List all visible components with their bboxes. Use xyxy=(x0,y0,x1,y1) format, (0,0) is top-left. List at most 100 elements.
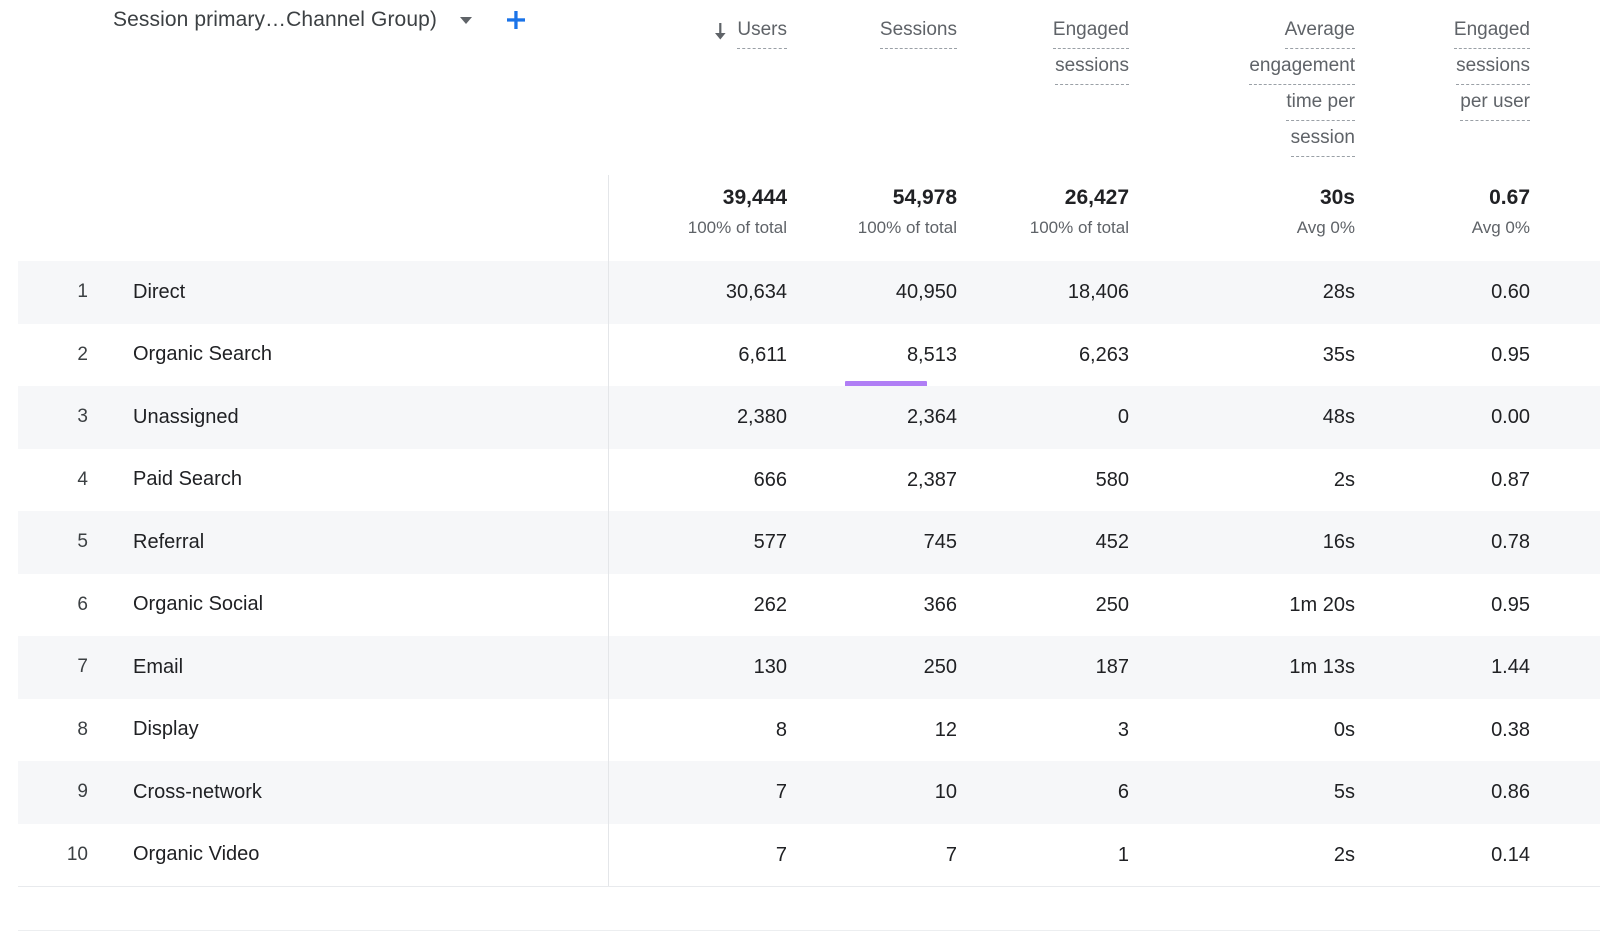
cell-users: 577 xyxy=(609,511,787,574)
totals-engaged-sessions-per-user-cell: 0.67 Avg 0% xyxy=(1355,175,1530,261)
table-row[interactable]: 7Email1302501871m 13s1.44 xyxy=(18,636,1600,699)
cell-value: 35s xyxy=(1323,343,1355,367)
cell-value: 5s xyxy=(1334,780,1355,804)
table-row[interactable]: 6Organic Social 262 366250 1m 20s0.95 xyxy=(18,574,1600,637)
totals-users-cell: 39,444 100% of total xyxy=(609,175,787,261)
row-dimension-name[interactable]: Display xyxy=(94,718,199,741)
table-row[interactable]: 8Display81230s0.38 xyxy=(18,699,1600,762)
dimension-header-cell: Session primary…Channel Group) xyxy=(18,0,609,175)
table-row[interactable]: 4Paid Search6662,3875802s0.87 xyxy=(18,449,1600,512)
row-dimension-cell: 2Organic Search xyxy=(18,324,609,387)
cell-value: 8,513 xyxy=(907,343,957,367)
table-row[interactable]: 9Cross-network71065s0.86 xyxy=(18,761,1600,824)
cell-avg-engagement-time: 5s xyxy=(1129,761,1355,824)
cell-users: 6,611 xyxy=(609,324,787,387)
dimension-selector[interactable]: Session primary…Channel Group) xyxy=(113,7,529,33)
cell-value: 10 xyxy=(935,780,957,804)
row-dimension-name[interactable]: Email xyxy=(94,656,183,679)
column-header-sessions[interactable]: Sessions xyxy=(787,0,957,49)
cell-value: 6 xyxy=(1118,780,1129,804)
totals-engaged-sessions-cell: 26,427 100% of total xyxy=(957,175,1129,261)
row-dimension-name[interactable]: Cross-network xyxy=(94,781,262,804)
cell-engaged-sessions-per-user: 0.95 xyxy=(1355,574,1530,637)
cell-engaged-sessions-per-user: 0.95 xyxy=(1355,324,1530,387)
cell-value: 0.00 xyxy=(1491,405,1530,429)
totals-per-user-value: 0.67 xyxy=(1489,185,1530,211)
cell-engaged-sessions-per-user: 0.38 xyxy=(1355,699,1530,762)
row-rank: 4 xyxy=(18,469,94,491)
cell-value: 366 xyxy=(924,593,957,617)
cell-engaged-sessions-per-user: 0.00 xyxy=(1355,386,1530,449)
row-rank: 8 xyxy=(18,719,94,741)
cell-value: 2,380 xyxy=(737,405,787,429)
cell-sessions: 10 xyxy=(787,761,957,824)
row-dimension-name[interactable]: Unassigned xyxy=(94,406,239,429)
cell-engaged-sessions-per-user: 0.60 xyxy=(1355,261,1530,324)
chevron-down-icon[interactable] xyxy=(455,9,477,31)
cell-value: 0s xyxy=(1334,718,1355,742)
column-header-avg-time-line-2: time per xyxy=(1286,85,1355,121)
cell-users: 7 xyxy=(609,824,787,887)
row-rank: 10 xyxy=(18,844,94,866)
row-dimension-name[interactable]: Organic Search xyxy=(94,343,272,366)
cell-value: 262 xyxy=(754,593,787,617)
cell-engaged-sessions-per-user: 1.44 xyxy=(1355,636,1530,699)
table-row[interactable]: 10Organic Video7712s0.14 xyxy=(18,824,1600,887)
cell-engaged-sessions: 18,406 xyxy=(957,261,1129,324)
row-dimension-name[interactable]: Organic Social xyxy=(94,593,263,616)
row-metrics: 6662,3875802s0.87 xyxy=(609,449,1600,512)
table-row[interactable]: 5Referral57774545216s0.78 xyxy=(18,511,1600,574)
row-dimension-cell: 9Cross-network xyxy=(18,761,609,824)
cell-engaged-sessions-per-user: 0.78 xyxy=(1355,511,1530,574)
totals-engaged-sessions-value: 26,427 xyxy=(1065,185,1129,211)
cell-value: 30,634 xyxy=(726,280,787,304)
cell-sessions: 2,387 xyxy=(787,449,957,512)
table-row[interactable]: 3Unassigned 2,3802,364048s0.00 xyxy=(18,386,1600,449)
table-row[interactable]: 2Organic Search6,6118,5136,26335s0.95 xyxy=(18,324,1600,387)
table-row[interactable]: 1Direct30,63440,95018,40628s0.60 xyxy=(18,261,1600,324)
column-header-engaged-sessions-per-user[interactable]: Engaged sessions per user xyxy=(1355,0,1530,121)
row-dimension-name[interactable]: Paid Search xyxy=(94,468,242,491)
cell-value: 0.60 xyxy=(1491,280,1530,304)
metric-headers: Users Sessions Engaged sessions Average xyxy=(609,0,1600,175)
column-header-per-user-line-2: per user xyxy=(1460,85,1530,121)
row-dimension-name[interactable]: Referral xyxy=(94,531,204,554)
row-metrics: 71065s0.86 xyxy=(609,761,1600,824)
plus-icon[interactable] xyxy=(503,7,529,33)
totals-avg-time-sub: Avg 0% xyxy=(1297,216,1355,240)
column-header-engaged-sessions[interactable]: Engaged sessions xyxy=(957,0,1129,85)
cell-engaged-sessions: 6 xyxy=(957,761,1129,824)
column-header-per-user-line-0: Engaged xyxy=(1454,13,1530,49)
cell-users: 2,380 xyxy=(609,386,787,449)
cell-engaged-sessions: 250 xyxy=(957,574,1129,637)
cell-value: 16s xyxy=(1323,530,1355,554)
column-header-users[interactable]: Users xyxy=(609,0,787,49)
cell-avg-engagement-time: 35s xyxy=(1129,324,1355,387)
row-dimension-cell: 4Paid Search xyxy=(18,449,609,512)
cell-avg-engagement-time: 0s xyxy=(1129,699,1355,762)
row-dimension-cell: 10Organic Video xyxy=(18,824,609,887)
channel-group-report-table: Session primary…Channel Group) xyxy=(0,0,1600,937)
cell-value: 28s xyxy=(1323,280,1355,304)
cell-users: 8 xyxy=(609,699,787,762)
column-header-average-engagement-time-per-session[interactable]: Average engagement time per session xyxy=(1129,0,1355,157)
cell-value: 666 xyxy=(754,468,787,492)
row-metrics: 2,3802,364048s0.00 xyxy=(609,386,1600,449)
cell-value: 250 xyxy=(924,655,957,679)
row-dimension-name[interactable]: Direct xyxy=(94,281,185,304)
row-dimension-name[interactable]: Organic Video xyxy=(94,843,259,866)
cell-sessions: 2,364 xyxy=(787,386,957,449)
column-header-sessions-line-0: Sessions xyxy=(880,13,957,49)
row-dimension-cell: 5Referral xyxy=(18,511,609,574)
cell-value: 0.38 xyxy=(1491,718,1530,742)
row-rank: 3 xyxy=(18,406,94,428)
column-header-engaged-sessions-line-0: Engaged xyxy=(1053,13,1129,49)
cell-value: 1m 20s xyxy=(1289,593,1355,617)
totals-sessions-cell: 54,978 100% of total xyxy=(787,175,957,261)
row-metrics: 7712s0.14 xyxy=(609,824,1600,887)
row-rank: 6 xyxy=(18,594,94,616)
cell-value: 1 xyxy=(1118,843,1129,867)
cell-value: 40,950 xyxy=(896,280,957,304)
cell-engaged-sessions: 0 xyxy=(957,386,1129,449)
cell-users: 30,634 xyxy=(609,261,787,324)
